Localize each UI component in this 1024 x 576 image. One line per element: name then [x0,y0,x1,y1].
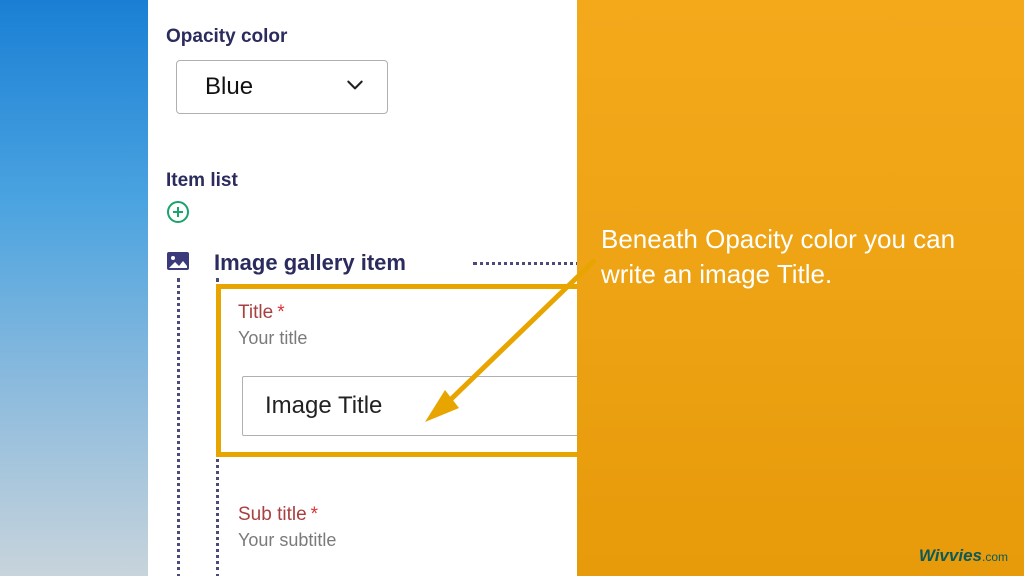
brand-name: Wivvies [919,546,982,565]
image-icon [166,251,214,276]
add-item-button[interactable] [166,200,190,224]
subtitle-help-text: Your subtitle [238,530,336,551]
opacity-color-value: Blue [205,73,253,101]
opacity-color-dropdown[interactable]: Blue [176,60,388,114]
subtitle-label-text: Sub title [238,504,307,525]
required-asterisk: * [277,302,284,323]
chevron-down-icon [345,75,365,100]
slide-root: Opacity color Blue Item list [0,0,1024,576]
gallery-item-row: Image gallery item [166,250,406,276]
title-input[interactable] [242,376,580,436]
opacity-color-label: Opacity color [166,26,287,48]
title-help-text: Your title [238,328,307,349]
title-field-label: Title* [238,302,285,324]
required-asterisk: * [311,504,318,525]
tree-vline-inner [216,278,219,576]
form-panel: Opacity color Blue Item list [148,0,580,576]
subtitle-field-label: Sub title* [238,504,318,526]
gallery-item-heading: Image gallery item [214,250,406,276]
annotation-text: Beneath Opacity color you can write an i… [601,222,1001,292]
brand-watermark: Wivvies.com [919,546,1008,566]
brand-suffix: .com [982,550,1008,564]
tree-vline-outer [177,278,180,576]
item-list-label: Item list [166,170,238,192]
tree-connector-dashes [473,262,580,265]
title-label-text: Title [238,302,273,323]
